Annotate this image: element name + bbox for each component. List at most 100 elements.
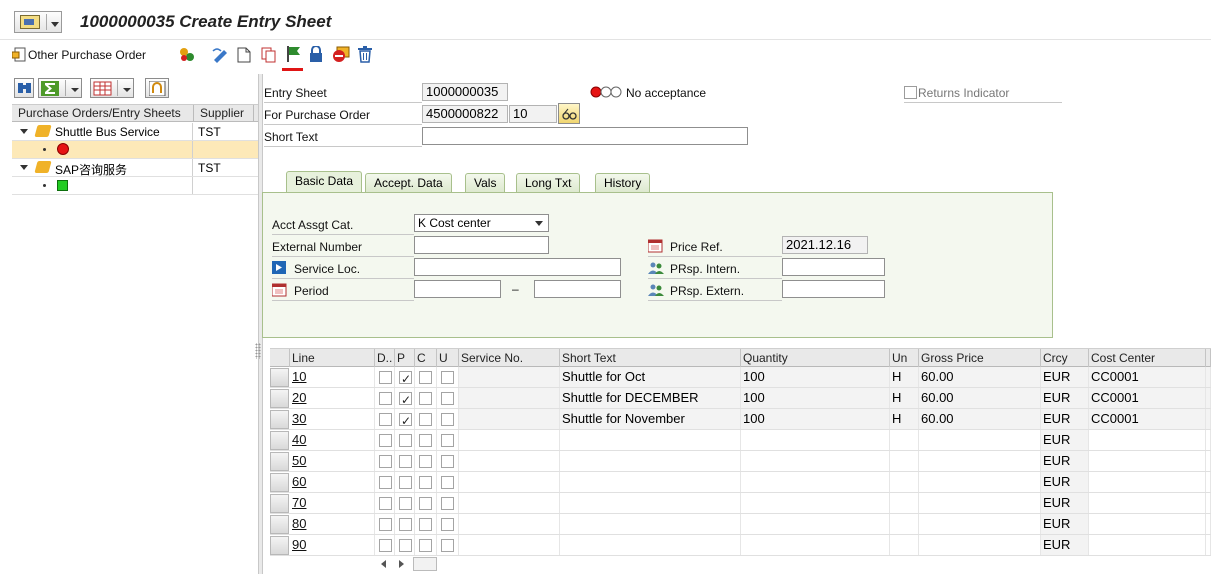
status-overview-icon[interactable] xyxy=(178,47,196,63)
other-purchase-order-button[interactable]: Other Purchase Order xyxy=(10,44,146,66)
cell-cost-center[interactable] xyxy=(1089,472,1206,492)
cell-gross-price[interactable] xyxy=(919,535,1041,555)
grid-resize-handle[interactable] xyxy=(255,343,261,359)
column-header-line[interactable]: Line xyxy=(290,349,375,367)
po-select-button[interactable] xyxy=(558,103,580,124)
u-checkbox[interactable] xyxy=(441,497,454,510)
cell-cost-center[interactable] xyxy=(1089,514,1206,534)
u-checkbox[interactable] xyxy=(441,518,454,531)
expand-arrow-icon[interactable] xyxy=(20,129,28,134)
column-header-gross-price[interactable]: Gross Price xyxy=(919,349,1041,367)
cell-unit[interactable] xyxy=(890,451,919,471)
cell-currency[interactable]: EUR xyxy=(1041,472,1089,492)
cell-gross-price[interactable]: 60.00 xyxy=(919,367,1041,387)
cell-cost-center[interactable] xyxy=(1089,451,1206,471)
column-header-c[interactable]: C xyxy=(415,349,437,367)
tab-long-text[interactable]: Long Txt xyxy=(516,173,581,192)
u-checkbox[interactable] xyxy=(441,539,454,552)
row-selector[interactable] xyxy=(270,410,289,429)
u-checkbox[interactable] xyxy=(441,371,454,384)
revoke-acceptance-icon[interactable] xyxy=(332,46,350,63)
d-checkbox[interactable] xyxy=(379,476,392,489)
scroll-left-icon[interactable] xyxy=(381,560,386,568)
cell-currency[interactable]: EUR xyxy=(1041,409,1089,429)
tree-node-entry-sheet[interactable] xyxy=(12,177,258,195)
c-checkbox[interactable] xyxy=(419,392,432,405)
cell-gross-price[interactable]: 60.00 xyxy=(919,409,1041,429)
cell-service-no[interactable] xyxy=(459,472,560,492)
cell-currency[interactable]: EUR xyxy=(1041,493,1089,513)
cell-quantity[interactable] xyxy=(741,535,890,555)
table-row[interactable]: 50 EUR xyxy=(270,451,1211,472)
cell-currency[interactable]: EUR xyxy=(1041,388,1089,408)
cell-currency[interactable]: EUR xyxy=(1041,535,1089,555)
c-checkbox[interactable] xyxy=(419,539,432,552)
p-checkbox[interactable] xyxy=(399,411,412,429)
service-loc-field[interactable] xyxy=(414,258,621,276)
short-text-field[interactable] xyxy=(422,127,748,145)
d-checkbox[interactable] xyxy=(379,539,392,552)
cell-service-no[interactable] xyxy=(459,367,560,387)
prsp-intern-field[interactable] xyxy=(782,258,885,276)
u-checkbox[interactable] xyxy=(441,476,454,489)
column-header-d[interactable]: D.. xyxy=(375,349,395,367)
table-row[interactable]: 40 EUR xyxy=(270,430,1211,451)
new-document-icon[interactable] xyxy=(237,47,251,63)
cell-currency[interactable]: EUR xyxy=(1041,430,1089,450)
cell-unit[interactable]: H xyxy=(890,367,919,387)
service-location-play-icon[interactable] xyxy=(272,261,287,275)
entry-sheet-field[interactable]: 1000000035 xyxy=(422,83,508,101)
delete-trash-icon[interactable] xyxy=(357,46,373,63)
cell-currency[interactable]: EUR xyxy=(1041,451,1089,471)
cell-cost-center[interactable] xyxy=(1089,535,1206,555)
u-checkbox[interactable] xyxy=(441,392,454,405)
cell-service-no[interactable] xyxy=(459,451,560,471)
cell-service-no[interactable] xyxy=(459,493,560,513)
cell-unit[interactable] xyxy=(890,430,919,450)
p-checkbox[interactable] xyxy=(399,455,412,468)
row-selector[interactable] xyxy=(270,389,289,408)
c-checkbox[interactable] xyxy=(419,371,432,384)
cell-short-text[interactable]: Shuttle for DECEMBER xyxy=(560,388,741,408)
tree-node-entry-sheet[interactable] xyxy=(12,141,258,159)
accept-flag-icon[interactable] xyxy=(285,45,301,63)
column-header-short-text[interactable]: Short Text xyxy=(560,349,741,367)
table-row[interactable]: 30 Shuttle for November 100 H 60.00 EUR CC0001 xyxy=(270,409,1211,430)
cell-line[interactable]: 30 xyxy=(290,409,375,429)
tab-accept-data[interactable]: Accept. Data xyxy=(365,173,452,192)
p-checkbox[interactable] xyxy=(399,497,412,510)
tree-column-header[interactable]: Purchase Orders/Entry Sheets xyxy=(12,105,194,122)
column-header-p[interactable]: P xyxy=(395,349,415,367)
p-checkbox[interactable] xyxy=(399,390,412,408)
line-number-link[interactable]: 40 xyxy=(292,432,306,447)
cell-line[interactable]: 20 xyxy=(290,388,375,408)
column-header-unit[interactable]: Un xyxy=(890,349,919,367)
tree-column-header[interactable]: Supplier xyxy=(194,105,254,122)
cell-short-text[interactable] xyxy=(560,535,741,555)
u-checkbox[interactable] xyxy=(441,434,454,447)
column-header-quantity[interactable]: Quantity xyxy=(741,349,890,367)
d-checkbox[interactable] xyxy=(379,434,392,447)
d-checkbox[interactable] xyxy=(379,413,392,426)
table-row[interactable]: 90 EUR xyxy=(270,535,1211,556)
external-number-field[interactable] xyxy=(414,236,549,254)
cell-line[interactable]: 80 xyxy=(290,514,375,534)
c-checkbox[interactable] xyxy=(419,497,432,510)
cell-gross-price[interactable] xyxy=(919,430,1041,450)
cell-quantity[interactable]: 100 xyxy=(741,367,890,387)
line-number-link[interactable]: 90 xyxy=(292,537,306,552)
cell-cost-center[interactable]: CC0001 xyxy=(1089,388,1206,408)
layout-button[interactable] xyxy=(90,78,134,98)
cell-line[interactable]: 40 xyxy=(290,430,375,450)
find-button[interactable] xyxy=(14,78,34,98)
d-checkbox[interactable] xyxy=(379,518,392,531)
p-checkbox[interactable] xyxy=(399,434,412,447)
structure-button[interactable] xyxy=(145,78,169,98)
cell-currency[interactable]: EUR xyxy=(1041,514,1089,534)
cell-line[interactable]: 10 xyxy=(290,367,375,387)
cell-cost-center[interactable] xyxy=(1089,493,1206,513)
cell-quantity[interactable] xyxy=(741,451,890,471)
table-row[interactable]: 70 EUR xyxy=(270,493,1211,514)
table-row[interactable]: 80 EUR xyxy=(270,514,1211,535)
cell-quantity[interactable] xyxy=(741,472,890,492)
